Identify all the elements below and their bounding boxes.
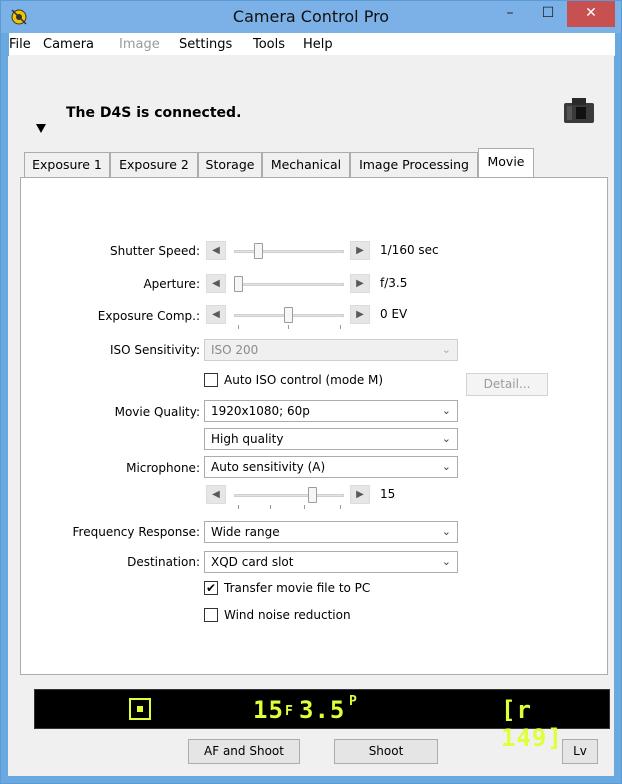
auto-iso-checkbox[interactable] bbox=[204, 373, 218, 387]
destination-label: Destination: bbox=[127, 555, 200, 569]
connection-status: The D4S is connected. bbox=[66, 105, 242, 121]
movie-quality-level-value: High quality bbox=[211, 432, 284, 446]
camera-lcd-display: 15 F 3.5 P [r 149] bbox=[34, 689, 610, 752]
exposure-comp-slider[interactable]: ◀ ▶ 0 EV bbox=[204, 305, 454, 329]
menu-camera[interactable]: Camera bbox=[43, 37, 94, 52]
shutter-speed-value: 1/160 sec bbox=[380, 243, 439, 257]
slider-track bbox=[234, 250, 344, 253]
aperture-decrease-button[interactable]: ◀ bbox=[206, 274, 226, 293]
lcd-aperture: 3.5 bbox=[299, 696, 346, 724]
title-bar: Camera Control Pro – ☐ ✕ bbox=[1, 1, 621, 33]
menu-image[interactable]: Image bbox=[119, 37, 160, 52]
wind-noise-checkbox[interactable] bbox=[204, 608, 218, 622]
slider-track bbox=[234, 283, 344, 286]
menu-help[interactable]: Help bbox=[303, 37, 333, 52]
movie-quality-level-select[interactable]: High quality ⌄ bbox=[204, 428, 458, 450]
iso-sensitivity-label: ISO Sensitivity: bbox=[109, 343, 200, 357]
slider-thumb[interactable] bbox=[308, 487, 317, 503]
movie-quality-select[interactable]: 1920x1080; 60p ⌄ bbox=[204, 400, 458, 422]
menu-tools[interactable]: Tools bbox=[253, 37, 285, 52]
slider-tick bbox=[238, 505, 239, 509]
wind-noise-checkbox-row[interactable]: Wind noise reduction bbox=[204, 607, 404, 625]
aperture-slider[interactable]: ◀ ▶ f/3.5 bbox=[204, 274, 454, 294]
iso-sensitivity-value: ISO 200 bbox=[211, 343, 259, 357]
metering-matrix-icon bbox=[129, 698, 151, 720]
wind-noise-label: Wind noise reduction bbox=[224, 608, 351, 622]
tab-mechanical[interactable]: Mechanical bbox=[262, 152, 350, 178]
microphone-increase-button[interactable]: ▶ bbox=[350, 485, 370, 504]
microphone-decrease-button[interactable]: ◀ bbox=[206, 485, 226, 504]
frequency-response-select[interactable]: Wide range ⌄ bbox=[204, 521, 458, 543]
live-view-button[interactable]: Lv bbox=[562, 739, 598, 764]
tab-exposure-1[interactable]: Exposure 1 bbox=[24, 152, 110, 178]
shutter-decrease-button[interactable]: ◀ bbox=[206, 241, 226, 260]
tab-exposure-2[interactable]: Exposure 2 bbox=[110, 152, 198, 178]
auto-iso-label: Auto ISO control (mode M) bbox=[224, 373, 384, 387]
aperture-value: f/3.5 bbox=[380, 276, 408, 290]
slider-tick bbox=[340, 505, 341, 509]
slider-tick bbox=[304, 505, 305, 509]
destination-value: XQD card slot bbox=[211, 555, 294, 569]
tab-movie[interactable]: Movie bbox=[478, 148, 534, 177]
microphone-level-slider[interactable]: ◀ ▶ 15 bbox=[204, 485, 454, 509]
minimize-button[interactable]: – bbox=[491, 1, 529, 27]
shutter-increase-button[interactable]: ▶ bbox=[350, 241, 370, 260]
lcd-aperture-prefix: F bbox=[285, 704, 294, 719]
chevron-down-icon: ⌄ bbox=[441, 343, 451, 356]
chevron-down-icon: ⌄ bbox=[441, 460, 451, 473]
menu-bar: File Camera Image Settings Tools Help bbox=[9, 33, 615, 56]
transfer-to-pc-checkbox-row[interactable]: ✔ Transfer movie file to PC bbox=[204, 580, 404, 598]
transfer-to-pc-checkbox[interactable]: ✔ bbox=[204, 581, 218, 595]
iso-sensitivity-select[interactable]: ISO 200 ⌄ bbox=[204, 339, 458, 361]
chevron-down-icon: ⌄ bbox=[441, 404, 451, 417]
exposure-comp-decrease-button[interactable]: ◀ bbox=[206, 305, 226, 324]
frequency-response-value: Wide range bbox=[211, 525, 280, 539]
shutter-speed-slider[interactable]: ◀ ▶ 1/160 sec bbox=[204, 241, 454, 261]
slider-thumb[interactable] bbox=[254, 243, 263, 259]
shoot-button[interactable]: Shoot bbox=[334, 739, 438, 764]
expand-arrow-icon[interactable] bbox=[36, 124, 46, 133]
microphone-select[interactable]: Auto sensitivity (A) ⌄ bbox=[204, 456, 458, 478]
aperture-increase-button[interactable]: ▶ bbox=[350, 274, 370, 293]
exposure-comp-label: Exposure Comp.: bbox=[97, 309, 200, 323]
af-and-shoot-button[interactable]: AF and Shoot bbox=[188, 739, 300, 764]
menu-settings[interactable]: Settings bbox=[179, 37, 232, 52]
slider-tick bbox=[288, 325, 289, 329]
slider-tick bbox=[340, 325, 341, 329]
lcd-shutter-speed: 15 bbox=[253, 696, 284, 724]
chevron-down-icon: ⌄ bbox=[441, 525, 451, 538]
destination-select[interactable]: XQD card slot ⌄ bbox=[204, 551, 458, 573]
slider-thumb[interactable] bbox=[284, 307, 293, 323]
transfer-to-pc-label: Transfer movie file to PC bbox=[224, 581, 371, 595]
slider-tick bbox=[238, 325, 239, 329]
frequency-response-label: Frequency Response: bbox=[72, 525, 200, 539]
exposure-comp-value: 0 EV bbox=[380, 307, 408, 321]
slider-track bbox=[234, 494, 344, 497]
camera-icon bbox=[564, 98, 594, 123]
aperture-label: Aperture: bbox=[143, 277, 200, 291]
microphone-value: Auto sensitivity (A) bbox=[211, 460, 326, 474]
exposure-comp-increase-button[interactable]: ▶ bbox=[350, 305, 370, 324]
detail-button[interactable]: Detail... bbox=[466, 373, 548, 396]
maximize-button[interactable]: ☐ bbox=[529, 1, 567, 27]
lcd-exposure-mode: P bbox=[349, 694, 358, 709]
tab-image-processing[interactable]: Image Processing bbox=[350, 152, 478, 178]
slider-tick bbox=[270, 505, 271, 509]
auto-iso-checkbox-row[interactable]: Auto ISO control (mode M) bbox=[204, 372, 404, 390]
microphone-label: Microphone: bbox=[126, 461, 200, 475]
tab-storage[interactable]: Storage bbox=[198, 152, 262, 178]
slider-thumb[interactable] bbox=[234, 276, 243, 292]
shutter-speed-label: Shutter Speed: bbox=[109, 244, 200, 258]
chevron-down-icon: ⌄ bbox=[441, 555, 451, 568]
movie-quality-label: Movie Quality: bbox=[114, 405, 200, 419]
microphone-level-value: 15 bbox=[380, 487, 396, 501]
movie-quality-value: 1920x1080; 60p bbox=[211, 404, 310, 418]
close-button[interactable]: ✕ bbox=[567, 1, 615, 27]
menu-file[interactable]: File bbox=[9, 37, 31, 52]
chevron-down-icon: ⌄ bbox=[441, 432, 451, 445]
